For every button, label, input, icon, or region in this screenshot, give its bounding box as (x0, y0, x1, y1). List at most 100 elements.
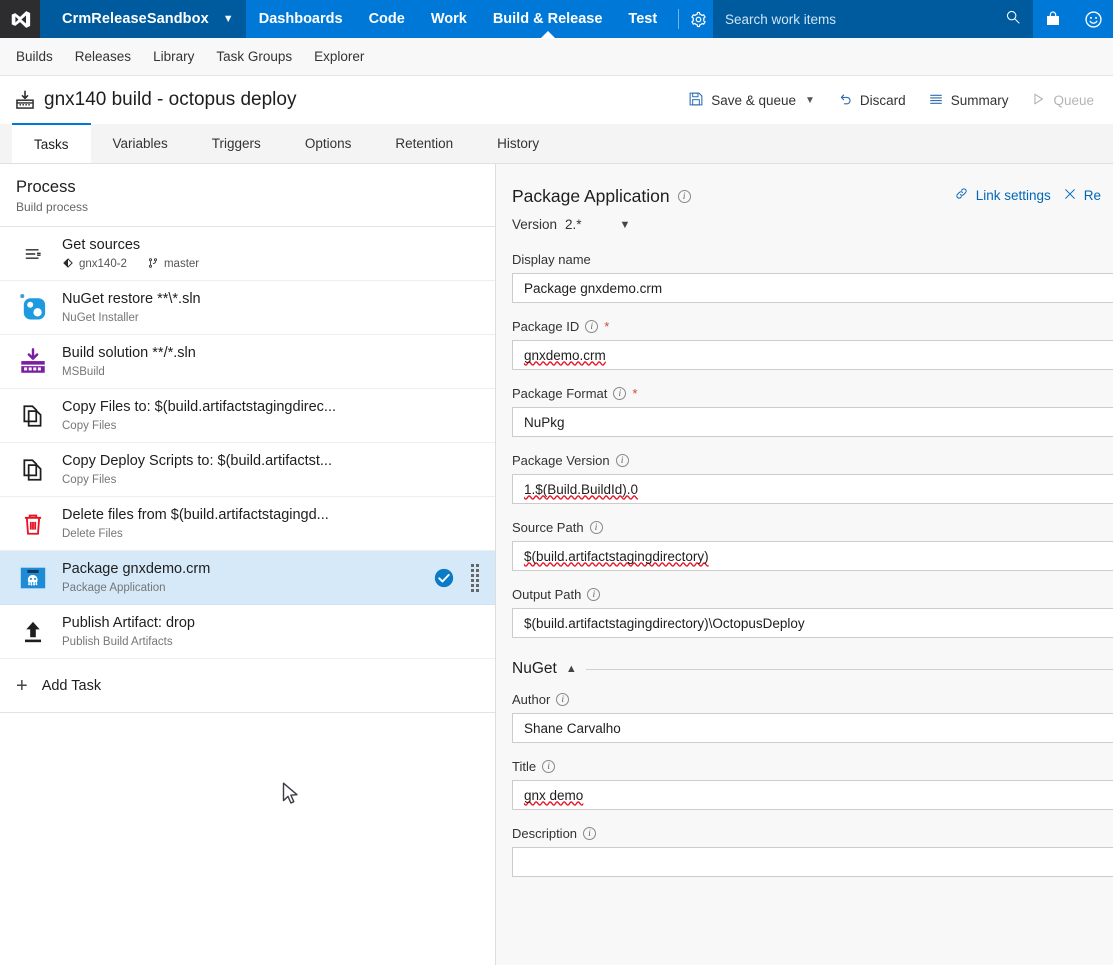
package-format-input[interactable]: NuPkg (512, 407, 1113, 437)
task-list-pane: Process Build process Get sources gnx140… (0, 164, 496, 965)
nuget-section-header[interactable]: NuGet ▲ (512, 660, 1113, 678)
definition-tabs: Tasks Variables Triggers Options Retenti… (0, 123, 1113, 164)
project-selector[interactable]: CrmReleaseSandbox ▼ (40, 0, 246, 38)
search-icon[interactable] (1005, 9, 1021, 30)
version-value: 2.* (565, 217, 582, 232)
field-value: Package gnxdemo.crm (524, 280, 663, 296)
version-selector[interactable]: Version 2.* ▼ (512, 217, 1113, 232)
title-input[interactable]: gnx demo (512, 780, 1113, 810)
shopping-bag-icon[interactable] (1033, 0, 1073, 38)
git-branch-icon (147, 257, 159, 272)
publish-artifact-icon (16, 615, 50, 649)
page-header: gnx140 build - octopus deploy Save & que… (0, 76, 1113, 124)
remove-button[interactable]: Re (1063, 187, 1113, 204)
task-subtitle: MSBuild (62, 366, 105, 378)
field-label: Author i (512, 692, 1113, 707)
task-row-publish-artifact[interactable]: Publish Artifact: drop Publish Build Art… (0, 605, 495, 659)
nav-item-code[interactable]: Code (356, 0, 418, 38)
discard-label: Discard (859, 92, 906, 108)
summary-label: Summary (950, 92, 1009, 108)
source-path-input[interactable]: $(build.artifactstagingdirectory) (512, 541, 1113, 571)
author-input[interactable]: Shane Carvalho (512, 713, 1113, 743)
package-id-input[interactable]: gnxdemo.crm (512, 340, 1113, 370)
nav-item-dashboards[interactable]: Dashboards (246, 0, 356, 38)
field-label: Output Path i (512, 587, 1113, 602)
display-name-input[interactable]: Package gnxdemo.crm (512, 273, 1113, 303)
field-label: Package Format i * (512, 386, 1113, 401)
task-name: Publish Artifact: drop (62, 615, 195, 631)
task-row-delete-files[interactable]: Delete files from $(build.artifactstagin… (0, 497, 495, 551)
info-icon[interactable]: i (589, 521, 603, 534)
nav-item-work[interactable]: Work (418, 0, 480, 38)
chevron-down-icon[interactable]: ▼ (620, 219, 631, 231)
version-label: Version (512, 217, 558, 232)
hubnav-item-builds[interactable]: Builds (16, 49, 53, 64)
task-text: Delete files from $(build.artifactstagin… (62, 506, 483, 541)
nav-divider (678, 9, 680, 29)
close-x-icon (1063, 187, 1077, 204)
link-settings-label: Link settings (975, 187, 1051, 203)
tab-tasks[interactable]: Tasks (12, 123, 91, 163)
hubnav-item-releases[interactable]: Releases (75, 49, 131, 64)
task-row-package-application[interactable]: Package gnxdemo.crm Package Application (0, 551, 495, 605)
nuget-icon (16, 291, 50, 325)
info-icon[interactable]: i (677, 190, 691, 203)
tab-history[interactable]: History (475, 124, 561, 163)
info-icon[interactable]: i (615, 454, 629, 467)
hub-navigation: Builds Releases Library Task Groups Expl… (0, 38, 1113, 76)
gear-icon[interactable] (687, 0, 709, 38)
search-input[interactable] (725, 11, 1005, 27)
task-subtitle: Copy Files (62, 474, 117, 486)
msbuild-icon (16, 345, 50, 379)
hubnav-item-task-groups[interactable]: Task Groups (216, 49, 292, 64)
check-circle-icon[interactable] (433, 567, 455, 589)
add-task-label: Add Task (41, 677, 102, 694)
process-subtitle: Build process (16, 200, 89, 214)
process-header[interactable]: Process Build process (0, 164, 495, 227)
output-path-input[interactable]: $(build.artifactstagingdirectory)\Octopu… (512, 608, 1113, 638)
task-subtitle: Copy Files (62, 420, 117, 432)
info-icon[interactable]: i (542, 760, 556, 773)
field-package-version: Package Version i 1.$(Build.BuildId).0 (512, 453, 1113, 504)
hubnav-item-library[interactable]: Library (153, 49, 194, 64)
description-input[interactable] (512, 847, 1113, 877)
discard-button[interactable]: Discard (826, 84, 917, 116)
tab-triggers[interactable]: Triggers (190, 124, 283, 163)
link-settings-button[interactable]: Link settings (954, 186, 1063, 204)
summary-button[interactable]: Summary (917, 84, 1020, 116)
info-icon[interactable]: i (583, 827, 597, 840)
nav-item-build-and-release[interactable]: Build & Release (480, 0, 616, 38)
task-row-copy-deploy-scripts[interactable]: Copy Deploy Scripts to: $(build.artifact… (0, 443, 495, 497)
task-details-actions: Link settings Re (954, 186, 1113, 204)
search-box[interactable] (713, 0, 1033, 38)
drag-handle-icon[interactable] (471, 563, 483, 592)
info-icon[interactable]: i (613, 387, 627, 400)
info-icon[interactable]: i (587, 588, 601, 601)
repository-name: gnx140-2 (79, 258, 127, 270)
task-subtitle: Package Application (62, 582, 166, 594)
task-text: Copy Deploy Scripts to: $(build.artifact… (62, 452, 483, 487)
hubnav-item-explorer[interactable]: Explorer (314, 49, 364, 64)
tab-variables[interactable]: Variables (91, 124, 190, 163)
save-and-queue-button[interactable]: Save & queue ▼ (677, 84, 826, 116)
package-version-input[interactable]: 1.$(Build.BuildId).0 (512, 474, 1113, 504)
task-meta: gnx140-2 master (62, 257, 483, 272)
primary-nav: Dashboards Code Work Build & Release Tes… (246, 0, 670, 38)
nav-item-test[interactable]: Test (615, 0, 670, 38)
task-row-build-solution[interactable]: Build solution **/*.sln MSBuild (0, 335, 495, 389)
task-row-copy-files[interactable]: Copy Files to: $(build.artifactstagingdi… (0, 389, 495, 443)
task-row-nuget-restore[interactable]: NuGet restore **\*.sln NuGet Installer (0, 281, 495, 335)
add-task-button[interactable]: + Add Task (0, 659, 495, 713)
visual-studio-logo-icon[interactable] (0, 0, 40, 38)
task-row-get-sources[interactable]: Get sources gnx140-2 master (0, 227, 495, 281)
tab-options[interactable]: Options (283, 124, 374, 163)
chevron-down-icon[interactable]: ▼ (805, 95, 815, 106)
tab-retention[interactable]: Retention (373, 124, 475, 163)
smiley-face-icon[interactable] (1073, 0, 1113, 38)
info-icon[interactable]: i (585, 320, 599, 333)
save-icon (688, 91, 704, 110)
chevron-up-icon[interactable]: ▲ (566, 663, 577, 675)
info-icon[interactable]: i (556, 693, 570, 706)
label-text: Package Format (512, 386, 608, 401)
field-label: Display name (512, 252, 1113, 267)
